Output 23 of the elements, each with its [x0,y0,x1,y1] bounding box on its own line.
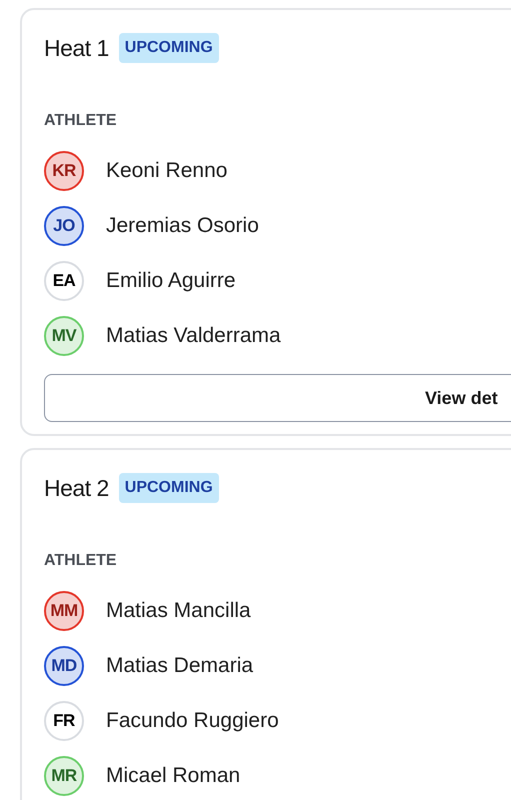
heat-title: Heat 1 [44,34,109,63]
athlete-name: Matias Mancilla [106,598,251,624]
avatar: JO [44,206,84,246]
column-header: ATHLETE [44,552,117,569]
avatar: KR [44,150,84,190]
avatar: MD [44,646,84,686]
athlete-name: Matias Valderrama [106,322,281,349]
avatar: MR [44,756,84,796]
avatar: MV [44,316,84,356]
athlete-name: Matias Demaria [106,652,254,679]
avatar: MM [44,590,84,630]
avatar: EA [44,260,84,300]
avatar: FR [44,700,84,740]
status-badge: UPCOMING [118,473,219,503]
athlete-name: Facundo Ruggiero [106,708,279,734]
athlete-name: Emilio Aguirre [106,268,236,294]
athlete-name: Micael Roman [106,762,240,789]
athlete-name: Keoni Renno [106,158,228,184]
athlete-name: Jeremias Osorio [106,212,259,239]
status-badge: UPCOMING [118,33,219,63]
heat-title: Heat 2 [44,474,109,503]
column-header: ATHLETE [44,112,117,129]
view-details-button[interactable]: View det [44,374,511,422]
